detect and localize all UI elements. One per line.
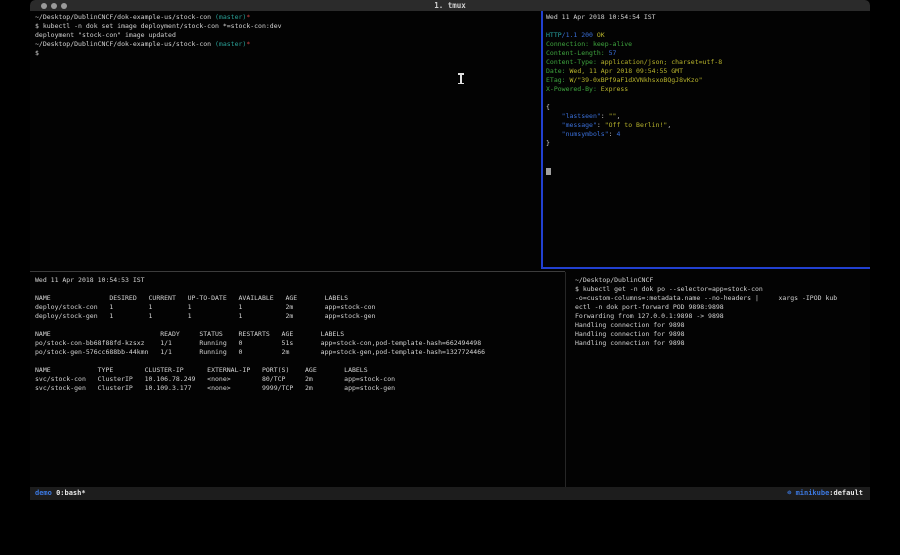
terminal-line — [546, 22, 722, 31]
terminal-line: X-Powered-By: Express — [546, 85, 722, 94]
kubernetes-helm-icon: ☸ — [787, 489, 795, 497]
terminal-line: Handling connection for 9898 — [575, 321, 837, 330]
terminal-line: deploy/stock-con 1 1 1 1 2m app=stock-co… — [35, 303, 485, 312]
terminal-line — [35, 357, 485, 366]
terminal-line: Content-Type: application/json; charset=… — [546, 58, 722, 67]
pane-top-right-http-response[interactable]: Wed 11 Apr 2018 10:54:54 IST HTTP/1.1 20… — [546, 13, 722, 175]
terminal-line: NAME READY STATUS RESTARTS AGE LABELS — [35, 330, 485, 339]
terminal-line: deployment "stock-con" image updated — [35, 31, 282, 40]
tmux-status-bar: demo 0:bash* ☸ minikube:default — [30, 487, 870, 500]
terminal-line: deploy/stock-gen 1 1 1 1 2m app=stock-ge… — [35, 312, 485, 321]
terminal-line: Wed 11 Apr 2018 10:54:54 IST — [546, 13, 722, 22]
terminal-line: NAME DESIRED CURRENT UP-TO-DATE AVAILABL… — [35, 294, 485, 303]
kube-namespace: :default — [829, 489, 863, 497]
terminal-line: ~/Desktop/DublinCNCF — [575, 276, 837, 285]
terminal-line: -o=custom-columns=:metadata.name --no-he… — [575, 294, 837, 303]
terminal-line: $ kubectl -n dok set image deployment/st… — [35, 22, 282, 31]
mouse-cursor-ibeam-icon — [460, 74, 462, 83]
terminal-line: ~/Desktop/DublinCNCF/dok-example-us/stoc… — [35, 13, 282, 22]
terminal-cursor — [546, 168, 551, 175]
terminal-line: ectl -n dok port-forward POD 9898:9898 — [575, 303, 837, 312]
terminal-line: svc/stock-gen ClusterIP 10.109.3.177 <no… — [35, 384, 485, 393]
status-left: demo 0:bash* — [35, 487, 86, 500]
terminal-line — [546, 94, 722, 103]
terminal-line — [546, 157, 722, 166]
terminal-line: Handling connection for 9898 — [575, 330, 837, 339]
terminal-window: 1. tmux ~/Desktop/DublinCNCF/dok-example… — [30, 0, 870, 500]
terminal-line: HTTP/1.1 200 OK — [546, 31, 722, 40]
pane-divider-horizontal[interactable] — [30, 271, 565, 272]
terminal-line — [35, 285, 485, 294]
terminal-line: Connection: keep-alive — [546, 40, 722, 49]
terminal-line: $ — [35, 49, 282, 58]
terminal-line: "lastseen": "", — [546, 112, 722, 121]
status-right: ☸ minikube:default — [787, 487, 863, 500]
terminal-line — [35, 321, 485, 330]
terminal-line: { — [546, 103, 722, 112]
screen: 1. tmux ~/Desktop/DublinCNCF/dok-example… — [0, 0, 900, 555]
window-title: 1. tmux — [30, 1, 870, 10]
pane-bottom-left-kubectl-get[interactable]: Wed 11 Apr 2018 10:54:53 IST NAME DESIRE… — [35, 276, 485, 393]
terminal-line: Forwarding from 127.0.0.1:9898 -> 9898 — [575, 312, 837, 321]
window-tab[interactable]: 0:bash* — [52, 489, 86, 497]
pane-divider-vertical-bottom[interactable] — [565, 272, 566, 487]
terminal-line: NAME TYPE CLUSTER-IP EXTERNAL-IP PORT(S)… — [35, 366, 485, 375]
terminal-line: Content-Length: 57 — [546, 49, 722, 58]
terminal-line: ~/Desktop/DublinCNCF/dok-example-us/stoc… — [35, 40, 282, 49]
terminal-line: } — [546, 139, 722, 148]
terminal-line — [546, 166, 722, 175]
terminal-line: ETag: W/"39-0xBPf9aF1dXVNkhsxoBQgJ8vKzo" — [546, 76, 722, 85]
terminal-line: Handling connection for 9898 — [575, 339, 837, 348]
active-pane-divider-horizontal[interactable] — [541, 267, 870, 269]
terminal-line: svc/stock-con ClusterIP 10.106.78.249 <n… — [35, 375, 485, 384]
terminal-line: Date: Wed, 11 Apr 2018 09:54:55 GMT — [546, 67, 722, 76]
terminal-line: po/stock-gen-576cc688bb-44kmn 1/1 Runnin… — [35, 348, 485, 357]
terminal-line: "message": "Off to Berlin!", — [546, 121, 722, 130]
pane-top-left-shell[interactable]: ~/Desktop/DublinCNCF/dok-example-us/stoc… — [35, 13, 282, 58]
terminal-line: Wed 11 Apr 2018 10:54:53 IST — [35, 276, 485, 285]
session-name[interactable]: demo — [35, 489, 52, 497]
kube-context: minikube — [796, 489, 830, 497]
active-pane-divider-vertical[interactable] — [541, 11, 543, 269]
terminal-line: po/stock-con-bb68f88fd-kzsxz 1/1 Running… — [35, 339, 485, 348]
window-titlebar[interactable]: 1. tmux — [30, 0, 870, 11]
terminal-line — [546, 148, 722, 157]
terminal-line: "numsymbols": 4 — [546, 130, 722, 139]
terminal-line: $ kubectl get -n dok po --selector=app=s… — [575, 285, 837, 294]
pane-bottom-right-port-forward[interactable]: ~/Desktop/DublinCNCF$ kubectl get -n dok… — [575, 276, 837, 348]
